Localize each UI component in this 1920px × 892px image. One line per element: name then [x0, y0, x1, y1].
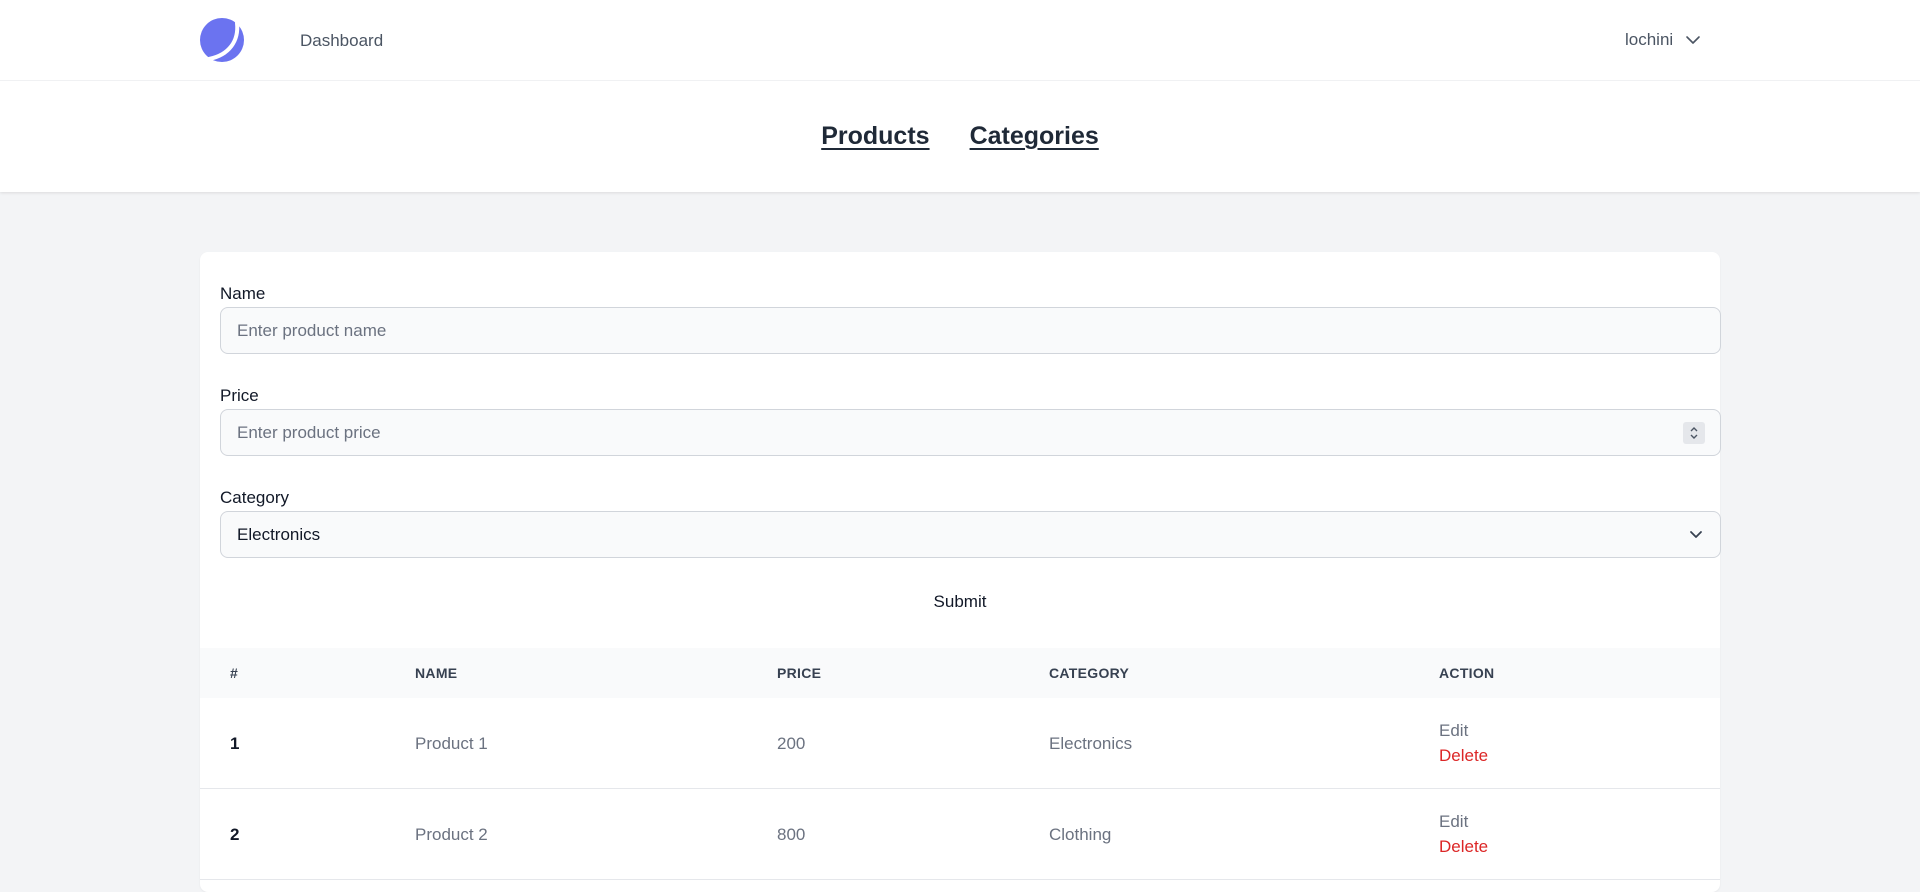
row-number: 2	[230, 825, 240, 844]
top-navbar: Dashboard lochini	[0, 0, 1920, 81]
category-selected-value: Electronics	[237, 524, 321, 544]
row-category: Clothing	[1049, 825, 1112, 844]
table-header: # NAME PRICE CATEGORY ACTION	[200, 648, 1720, 698]
row-name: Product 2	[415, 825, 488, 844]
sub-navigation: Products Categories	[0, 81, 1920, 192]
categories-link[interactable]: Categories	[970, 122, 1099, 151]
submit-button[interactable]: Submit	[200, 592, 1720, 612]
number-stepper-icon[interactable]	[1683, 422, 1705, 444]
col-header-number: #	[230, 665, 239, 681]
products-link[interactable]: Products	[821, 122, 929, 151]
row-price: 800	[777, 825, 806, 844]
col-header-category: CATEGORY	[1049, 665, 1130, 681]
product-card: Name Enter product name Price Enter prod…	[200, 252, 1721, 892]
dashboard-link[interactable]: Dashboard	[300, 31, 383, 51]
chevron-down-icon	[1686, 36, 1701, 44]
col-header-name: NAME	[415, 665, 458, 681]
row-name: Product 1	[415, 734, 488, 753]
col-header-price: PRICE	[777, 665, 822, 681]
table-row: 2 Product 2 800 Clothing Edit Delete	[200, 789, 1720, 880]
user-name: lochini	[1625, 30, 1674, 49]
row-price: 200	[777, 734, 806, 753]
user-menu[interactable]: lochini	[1625, 30, 1701, 50]
col-header-action: ACTION	[1439, 665, 1495, 681]
edit-button[interactable]: Edit	[1439, 721, 1468, 741]
category-select[interactable]: Electronics	[220, 511, 1721, 558]
category-label: Category	[220, 488, 289, 507]
table-row: 1 Product 1 200 Electronics Edit Delete	[200, 698, 1720, 789]
row-number: 1	[230, 734, 240, 753]
delete-button[interactable]: Delete	[1439, 837, 1488, 857]
delete-button[interactable]: Delete	[1439, 746, 1488, 766]
price-label: Price	[220, 386, 259, 405]
edit-button[interactable]: Edit	[1439, 812, 1468, 832]
row-category: Electronics	[1049, 734, 1133, 753]
chevron-down-icon	[1690, 531, 1702, 538]
price-placeholder: Enter product price	[237, 422, 381, 442]
name-input[interactable]: Enter product name	[220, 307, 1721, 354]
name-label: Name	[220, 284, 266, 303]
logo-icon[interactable]	[199, 17, 245, 63]
price-input[interactable]: Enter product price	[220, 409, 1721, 456]
name-placeholder: Enter product name	[237, 320, 387, 340]
